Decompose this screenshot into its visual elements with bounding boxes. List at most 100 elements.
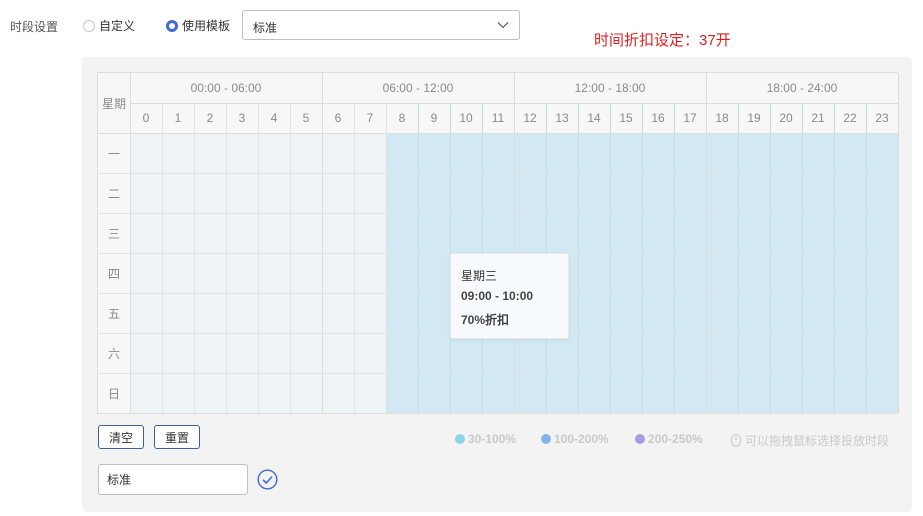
time-slot-cell[interactable] [578,173,610,213]
time-slot-cell[interactable] [258,333,290,373]
time-slot-cell[interactable] [674,213,706,253]
time-slot-cell[interactable] [578,133,610,173]
time-slot-cell[interactable] [834,253,866,293]
time-slot-cell[interactable] [642,133,674,173]
time-slot-cell[interactable] [642,213,674,253]
time-slot-cell[interactable] [738,373,770,413]
time-slot-cell[interactable] [290,253,322,293]
time-slot-cell[interactable] [770,373,802,413]
time-slot-cell[interactable] [322,333,354,373]
time-slot-cell[interactable] [802,133,834,173]
time-slot-cell[interactable] [834,213,866,253]
time-slot-cell[interactable] [738,213,770,253]
radio-template[interactable]: 使用模板 [166,17,230,34]
time-slot-cell[interactable] [354,173,386,213]
time-slot-cell[interactable] [386,333,418,373]
time-slot-cell[interactable] [610,173,642,213]
time-slot-cell[interactable] [578,293,610,333]
time-slot-cell[interactable] [130,293,162,333]
time-slot-cell[interactable] [674,333,706,373]
time-slot-cell[interactable] [738,133,770,173]
time-slot-cell[interactable] [642,253,674,293]
time-slot-cell[interactable] [770,173,802,213]
time-slot-cell[interactable] [866,253,898,293]
time-slot-cell[interactable] [258,133,290,173]
time-slot-cell[interactable] [834,133,866,173]
time-slot-cell[interactable] [162,253,194,293]
time-slot-cell[interactable] [386,373,418,413]
time-slot-cell[interactable] [610,333,642,373]
time-slot-cell[interactable] [162,333,194,373]
time-slot-cell[interactable] [770,293,802,333]
time-slot-cell[interactable] [354,213,386,253]
time-slot-cell[interactable] [546,213,578,253]
time-slot-cell[interactable] [738,333,770,373]
time-slot-cell[interactable] [642,293,674,333]
time-slot-cell[interactable] [194,293,226,333]
time-slot-cell[interactable] [482,173,514,213]
time-slot-cell[interactable] [546,373,578,413]
time-slot-cell[interactable] [802,373,834,413]
time-slot-cell[interactable] [802,173,834,213]
time-slot-cell[interactable] [226,333,258,373]
time-slot-cell[interactable] [706,253,738,293]
time-slot-cell[interactable] [610,133,642,173]
time-slot-cell[interactable] [290,333,322,373]
time-slot-cell[interactable] [194,333,226,373]
time-slot-cell[interactable] [578,333,610,373]
time-slot-cell[interactable] [258,253,290,293]
time-slot-cell[interactable] [226,173,258,213]
time-slot-cell[interactable] [258,293,290,333]
time-slot-cell[interactable] [290,293,322,333]
time-slot-cell[interactable] [770,333,802,373]
time-slot-cell[interactable] [418,333,450,373]
time-slot-cell[interactable] [194,173,226,213]
time-slot-cell[interactable] [674,173,706,213]
radio-custom-dot[interactable] [83,19,95,32]
time-slot-cell[interactable] [354,293,386,333]
time-slot-cell[interactable] [322,373,354,413]
time-slot-cell[interactable] [482,373,514,413]
time-slot-cell[interactable] [610,213,642,253]
time-slot-cell[interactable] [162,373,194,413]
time-slot-cell[interactable] [450,173,482,213]
time-slot-cell[interactable] [322,253,354,293]
schedule-grid[interactable]: 星期 00:00 - 06:00 06:00 - 12:00 12:00 - 18:0… [97,72,899,414]
time-slot-cell[interactable] [450,213,482,253]
time-slot-cell[interactable] [130,373,162,413]
time-slot-cell[interactable] [802,333,834,373]
time-slot-cell[interactable] [226,253,258,293]
time-slot-cell[interactable] [386,253,418,293]
time-slot-cell[interactable] [130,133,162,173]
time-slot-cell[interactable] [642,333,674,373]
time-slot-cell[interactable] [130,173,162,213]
time-slot-cell[interactable] [866,173,898,213]
time-slot-cell[interactable] [418,173,450,213]
time-slot-cell[interactable] [610,373,642,413]
time-slot-cell[interactable] [418,213,450,253]
time-slot-cell[interactable] [578,213,610,253]
time-slot-cell[interactable] [674,253,706,293]
time-slot-cell[interactable] [866,133,898,173]
time-slot-cell[interactable] [226,373,258,413]
time-slot-cell[interactable] [866,333,898,373]
time-slot-cell[interactable] [290,373,322,413]
confirm-check-icon[interactable] [257,469,278,490]
time-slot-cell[interactable] [290,133,322,173]
time-slot-cell[interactable] [706,173,738,213]
time-slot-cell[interactable] [610,253,642,293]
time-slot-cell[interactable] [706,133,738,173]
time-slot-cell[interactable] [386,213,418,253]
time-slot-cell[interactable] [866,373,898,413]
time-slot-cell[interactable] [226,213,258,253]
time-slot-cell[interactable] [514,213,546,253]
time-slot-cell[interactable] [418,133,450,173]
time-slot-cell[interactable] [674,293,706,333]
time-slot-cell[interactable] [546,173,578,213]
time-slot-cell[interactable] [578,373,610,413]
clear-button[interactable]: 清空 [98,425,144,449]
time-slot-cell[interactable] [706,373,738,413]
time-slot-cell[interactable] [226,133,258,173]
time-slot-cell[interactable] [642,173,674,213]
time-slot-cell[interactable] [322,133,354,173]
